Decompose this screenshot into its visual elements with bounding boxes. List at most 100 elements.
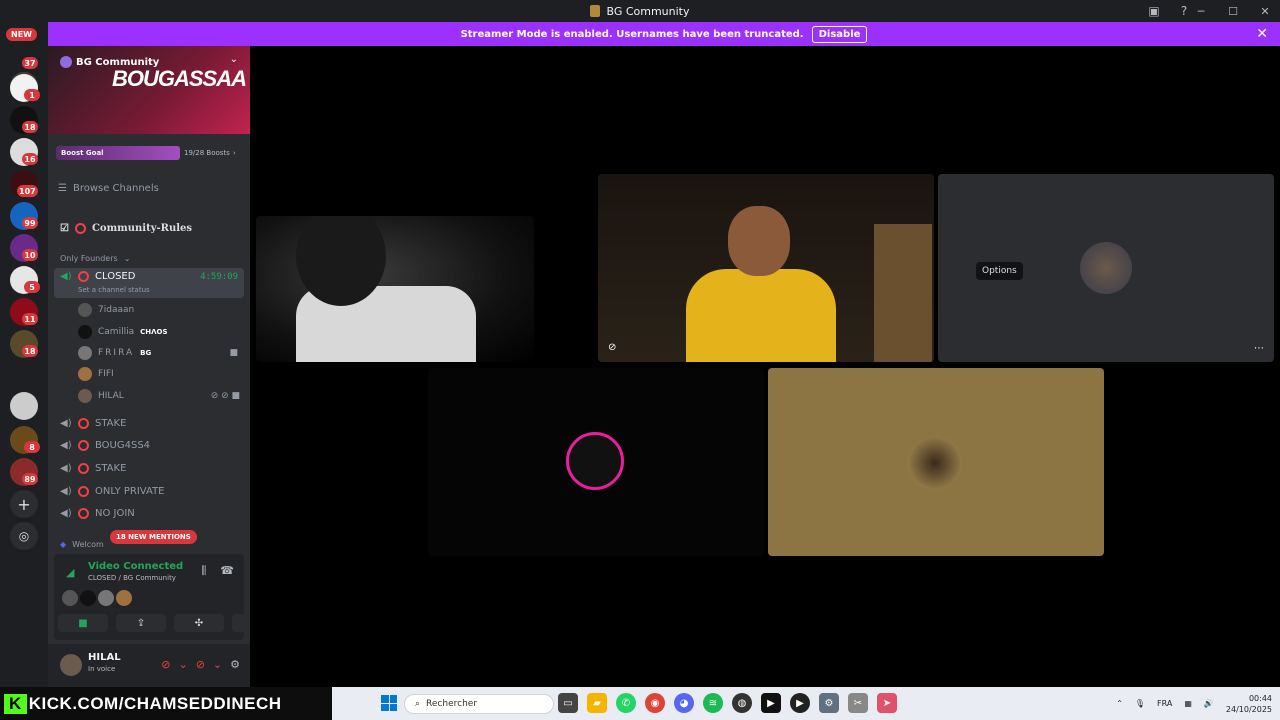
no-entry-icon (78, 507, 89, 519)
channel-stake-2[interactable]: ◀) STAKE (54, 458, 244, 478)
server-header[interactable]: BG Community ⌄ BOUGASSAA (48, 46, 250, 134)
voice-status-subtitle[interactable]: CLOSED / BG Community (88, 574, 176, 582)
channel-no-join[interactable]: ◀) NO JOIN (54, 503, 244, 523)
category-only-founders[interactable]: Only Founders ⌄ (54, 248, 244, 268)
chrome-icon[interactable]: ◉ (645, 693, 665, 713)
channel-name: Welcom (72, 539, 104, 549)
headphones-deafened-icon[interactable]: ⊘ (196, 658, 205, 671)
boost-goal[interactable]: Boost Goal 19/28 Boosts › (56, 146, 240, 160)
avatar (78, 367, 92, 381)
chevron-up-icon[interactable]: ⌃ (1116, 699, 1123, 708)
volume-icon[interactable]: 🔊 (1204, 699, 1214, 708)
spotify-icon[interactable]: ≋ (703, 693, 723, 713)
discord-icon[interactable]: ◕ (674, 693, 694, 713)
channel-status-prompt[interactable]: Set a channel status (78, 286, 150, 294)
chevron-down-icon[interactable]: ⌄ (230, 54, 238, 65)
voice-user[interactable]: Camillia CHΛOS (78, 322, 244, 342)
system-tray: ⌃ 🎙 FRA ▦ 🔊 00:44 24/10/2025 (1116, 687, 1272, 720)
terminal-icon[interactable]: ▶ (761, 693, 781, 713)
gear-icon[interactable]: ⚙ (230, 658, 240, 671)
mic-muted-icon[interactable]: ⊘ (161, 658, 170, 671)
channel-stake[interactable]: ◀) STAKE (54, 413, 244, 433)
chevron-down-icon[interactable]: ⌄ (213, 658, 222, 671)
browse-channels[interactable]: ☰ Browse Channels (58, 183, 159, 194)
boost-label: Boost Goal (61, 149, 104, 157)
video-tile[interactable] (428, 368, 764, 556)
activities-button[interactable]: ✣ (174, 614, 224, 632)
speaker-icon: ◀) (60, 271, 72, 282)
new-badge[interactable]: NEW (6, 28, 37, 41)
overlay-text: KICK.COM/CHAMSEDDINECH (28, 693, 282, 713)
list-icon: ☰ (58, 183, 67, 194)
disconnect-icon[interactable]: ☎ (220, 564, 234, 578)
window-title: BG Community (606, 4, 690, 18)
unread-badge: 18 (22, 121, 38, 133)
snipping-tool-icon[interactable]: ✂ (848, 693, 868, 713)
noise-suppression-icon[interactable]: ⫼ (201, 564, 206, 578)
video-stage: ⊘ ⋯ (250, 46, 1280, 687)
camera-button[interactable]: ■ (58, 614, 108, 632)
minimize-icon[interactable]: ─ (1194, 4, 1208, 18)
add-server-icon[interactable]: + (10, 490, 38, 518)
video-tile[interactable]: ⊘ (598, 174, 934, 362)
file-explorer-icon[interactable]: ▰ (587, 693, 607, 713)
user-name: HILAL (88, 652, 121, 663)
avatar (98, 590, 114, 606)
channel-name: CLOSED (95, 271, 136, 282)
speaker-icon: ◀) (60, 507, 72, 519)
checkbox-icon: ☑ (60, 222, 69, 234)
language-indicator[interactable]: FRA (1157, 699, 1172, 708)
voice-user[interactable]: 7idaaan (78, 300, 244, 320)
unread-badge: 11 (22, 313, 38, 325)
settings-icon[interactable]: ⚙ (819, 693, 839, 713)
obs-icon[interactable]: ◍ (732, 693, 752, 713)
video-tile[interactable] (256, 216, 534, 362)
windows-start-icon[interactable] (381, 695, 397, 711)
speaker-icon: ◀) (60, 485, 72, 497)
voice-user[interactable]: FRIRA BG ■ (78, 343, 244, 363)
disable-streamer-mode-button[interactable]: Disable (811, 25, 868, 43)
server-rail: NEW 37 1 18 16 107 99 10 5 11 18 8 89 + … (0, 22, 48, 687)
screen-share-button[interactable]: ⇪ (116, 614, 166, 632)
help-icon[interactable]: ? (1176, 3, 1192, 19)
server-icon[interactable] (10, 392, 38, 420)
clock[interactable]: 00:44 24/10/2025 (1226, 693, 1272, 715)
close-window-icon[interactable]: ✕ (1258, 4, 1272, 18)
new-mentions-pill[interactable]: 18 NEW MENTIONS (110, 530, 197, 544)
window-titlebar: BG Community ▣ ? ─ ☐ ✕ (0, 0, 1280, 22)
voice-user[interactable]: FIFI (78, 364, 244, 384)
maximize-icon[interactable]: ☐ (1226, 4, 1240, 18)
avatar (78, 389, 92, 403)
channel-name: BOUG4SS4 (95, 439, 151, 451)
app-icon[interactable]: ➤ (877, 693, 897, 713)
stream-overlay: K KICK.COM/CHAMSEDDINECH (0, 687, 332, 720)
media-player-icon[interactable]: ▶ (790, 693, 810, 713)
chevron-down-icon[interactable]: ⌄ (178, 658, 187, 671)
voice-status-title: Video Connected (88, 561, 184, 572)
more-options-icon[interactable]: ⋯ (1254, 343, 1264, 354)
channel-community-rules[interactable]: ☑ Community-Rules (54, 218, 244, 238)
search-icon: ⌕ (415, 699, 421, 709)
channel-closed[interactable]: ◀) CLOSED 4:59:09 Set a channel status (54, 268, 244, 298)
signal-icon: ◢ (66, 566, 75, 579)
task-view-icon[interactable]: ▭ (558, 693, 578, 713)
whatsapp-icon[interactable]: ✆ (616, 693, 636, 713)
video-tile[interactable] (768, 368, 1104, 556)
channel-boug4ss4[interactable]: ◀) BOUG4SS4 (54, 435, 244, 455)
microphone-icon[interactable]: 🎙 (1135, 699, 1145, 708)
inbox-icon[interactable]: ▣ (1146, 3, 1162, 19)
soundboard-button[interactable]: ♪ (232, 614, 250, 632)
network-icon[interactable]: ▦ (1184, 699, 1192, 708)
close-banner-icon[interactable]: ✕ (1256, 26, 1268, 42)
taskbar-search[interactable]: ⌕ Rechercher (404, 694, 554, 714)
avatar (80, 590, 96, 606)
unread-badge: 16 (22, 153, 38, 165)
no-entry-icon (78, 462, 89, 474)
channel-only-private[interactable]: ◀) ONLY PRIVATE (54, 481, 244, 501)
explore-icon[interactable]: ◎ (10, 522, 38, 550)
video-feed (686, 269, 836, 362)
boost-progress-bar: Boost Goal (56, 146, 180, 160)
voice-user[interactable]: HILAL ⊘ ⊘ ■ (78, 386, 244, 406)
avatar[interactable] (60, 654, 82, 676)
channel-name: STAKE (95, 462, 127, 474)
